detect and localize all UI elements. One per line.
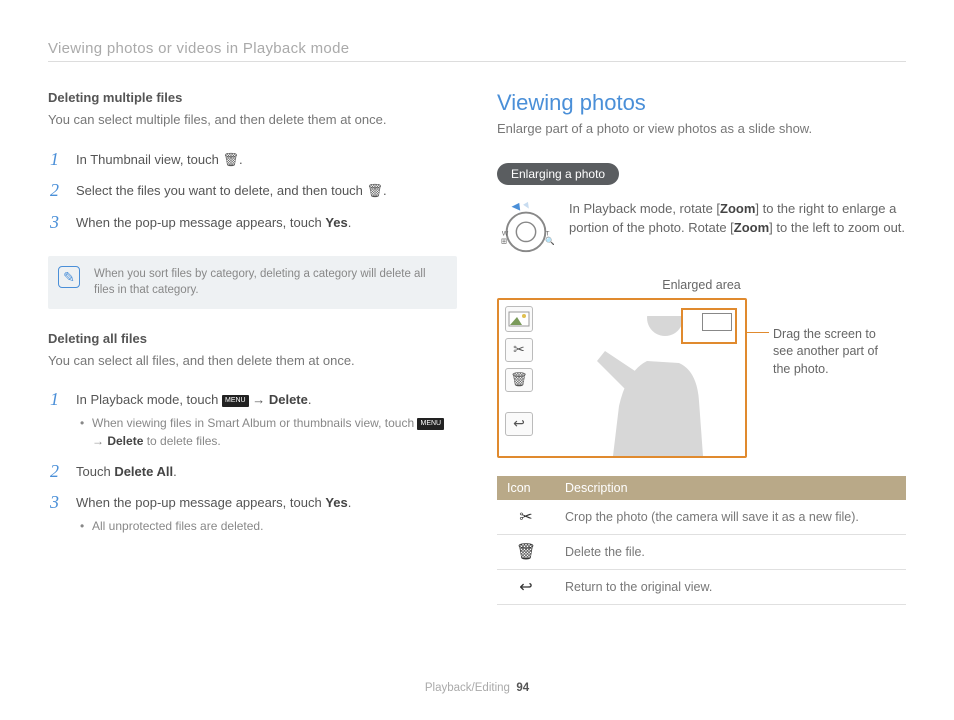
minimap <box>681 308 737 344</box>
enlarged-area-label: Enlarged area <box>497 278 906 292</box>
step: Touch Delete All. <box>48 456 457 488</box>
rule <box>48 61 906 62</box>
note-text: When you sort files by category, deletin… <box>94 268 426 296</box>
step: Select the files you want to delete, and… <box>48 175 457 207</box>
trash-icon: 🗑 <box>497 534 555 569</box>
para: You can select all files, and then delet… <box>48 352 457 371</box>
crop-icon: ✂ <box>505 338 533 362</box>
th-icon: Icon <box>497 476 555 500</box>
note-box: ✎ When you sort files by category, delet… <box>48 256 457 308</box>
para: You can select multiple files, and then … <box>48 111 457 130</box>
two-column-layout: Deleting multiple files You can select m… <box>48 90 906 605</box>
right-column: Viewing photos Enlarge part of a photo o… <box>497 90 906 605</box>
cell-desc: Crop the photo (the camera will save it … <box>555 500 906 535</box>
svg-text:🔍: 🔍 <box>545 235 555 245</box>
svg-text:⊞: ⊞ <box>501 236 507 245</box>
step: In Thumbnail view, touch 🗑. <box>48 144 457 176</box>
step: When the pop-up message appears, touch Y… <box>48 487 457 541</box>
heading-delete-all: Deleting all files <box>48 331 457 346</box>
icon-table: Icon Description ✂Crop the photo (the ca… <box>497 476 906 605</box>
zoom-instruction: W T ⊞ 🔍 In Playback mode, rotate [Zoom] … <box>497 199 906 260</box>
page-footer: Playback/Editing 94 <box>0 682 954 694</box>
enlarged-figure: ✂ 🗑 ↩ Drag the screen to see another par… <box>497 298 906 458</box>
trash-icon: 🗑 <box>367 183 384 198</box>
minimap-viewport <box>702 313 732 331</box>
table-row: ↩Return to the original view. <box>497 569 906 604</box>
info-icon: ✎ <box>58 266 80 288</box>
screen-frame: ✂ 🗑 ↩ <box>497 298 747 458</box>
thumbnail-icon <box>505 306 533 332</box>
return-icon: ↩ <box>505 412 533 436</box>
step: In Playback mode, touch MENU → Delete. W… <box>48 384 457 456</box>
para: Enlarge part of a photo or view photos a… <box>497 120 906 139</box>
table-row: 🗑Delete the file. <box>497 534 906 569</box>
leader-line <box>747 332 769 333</box>
zoom-text: In Playback mode, rotate [Zoom] to the r… <box>569 199 906 238</box>
callout: Drag the screen to see another part of t… <box>747 298 906 379</box>
steps-delete-multiple: In Thumbnail view, touch 🗑. Select the f… <box>48 144 457 239</box>
left-column: Deleting multiple files You can select m… <box>48 90 457 605</box>
footer-section: Playback/Editing <box>425 682 510 694</box>
page-number: 94 <box>516 682 529 694</box>
th-desc: Description <box>555 476 906 500</box>
menu-icon: MENU <box>222 395 249 407</box>
sub-item: All unprotected files are deleted. <box>76 517 457 535</box>
drag-instruction: Drag the screen to see another part of t… <box>773 326 893 379</box>
cell-desc: Return to the original view. <box>555 569 906 604</box>
step: When the pop-up message appears, touch Y… <box>48 207 457 239</box>
trash-icon: 🗑 <box>505 368 533 392</box>
heading-delete-multiple: Deleting multiple files <box>48 90 457 105</box>
section-title: Viewing photos <box>497 90 906 116</box>
cell-desc: Delete the file. <box>555 534 906 569</box>
crop-icon: ✂ <box>497 500 555 535</box>
steps-delete-all: In Playback mode, touch MENU → Delete. W… <box>48 384 457 541</box>
sub-list: When viewing files in Smart Album or thu… <box>76 414 457 450</box>
screen-side-buttons: ✂ 🗑 ↩ <box>505 306 535 442</box>
zoom-dial-icon: W T ⊞ 🔍 <box>497 199 555 260</box>
breadcrumb-header: Viewing photos or videos in Playback mod… <box>48 40 906 57</box>
menu-icon: MENU <box>417 418 444 430</box>
pill-label: Enlarging a photo <box>497 163 619 185</box>
sub-list: All unprotected files are deleted. <box>76 517 457 535</box>
sub-item: When viewing files in Smart Album or thu… <box>76 414 457 450</box>
return-icon: ↩ <box>497 569 555 604</box>
trash-icon: 🗑 <box>222 152 239 167</box>
table-row: ✂Crop the photo (the camera will save it… <box>497 500 906 535</box>
